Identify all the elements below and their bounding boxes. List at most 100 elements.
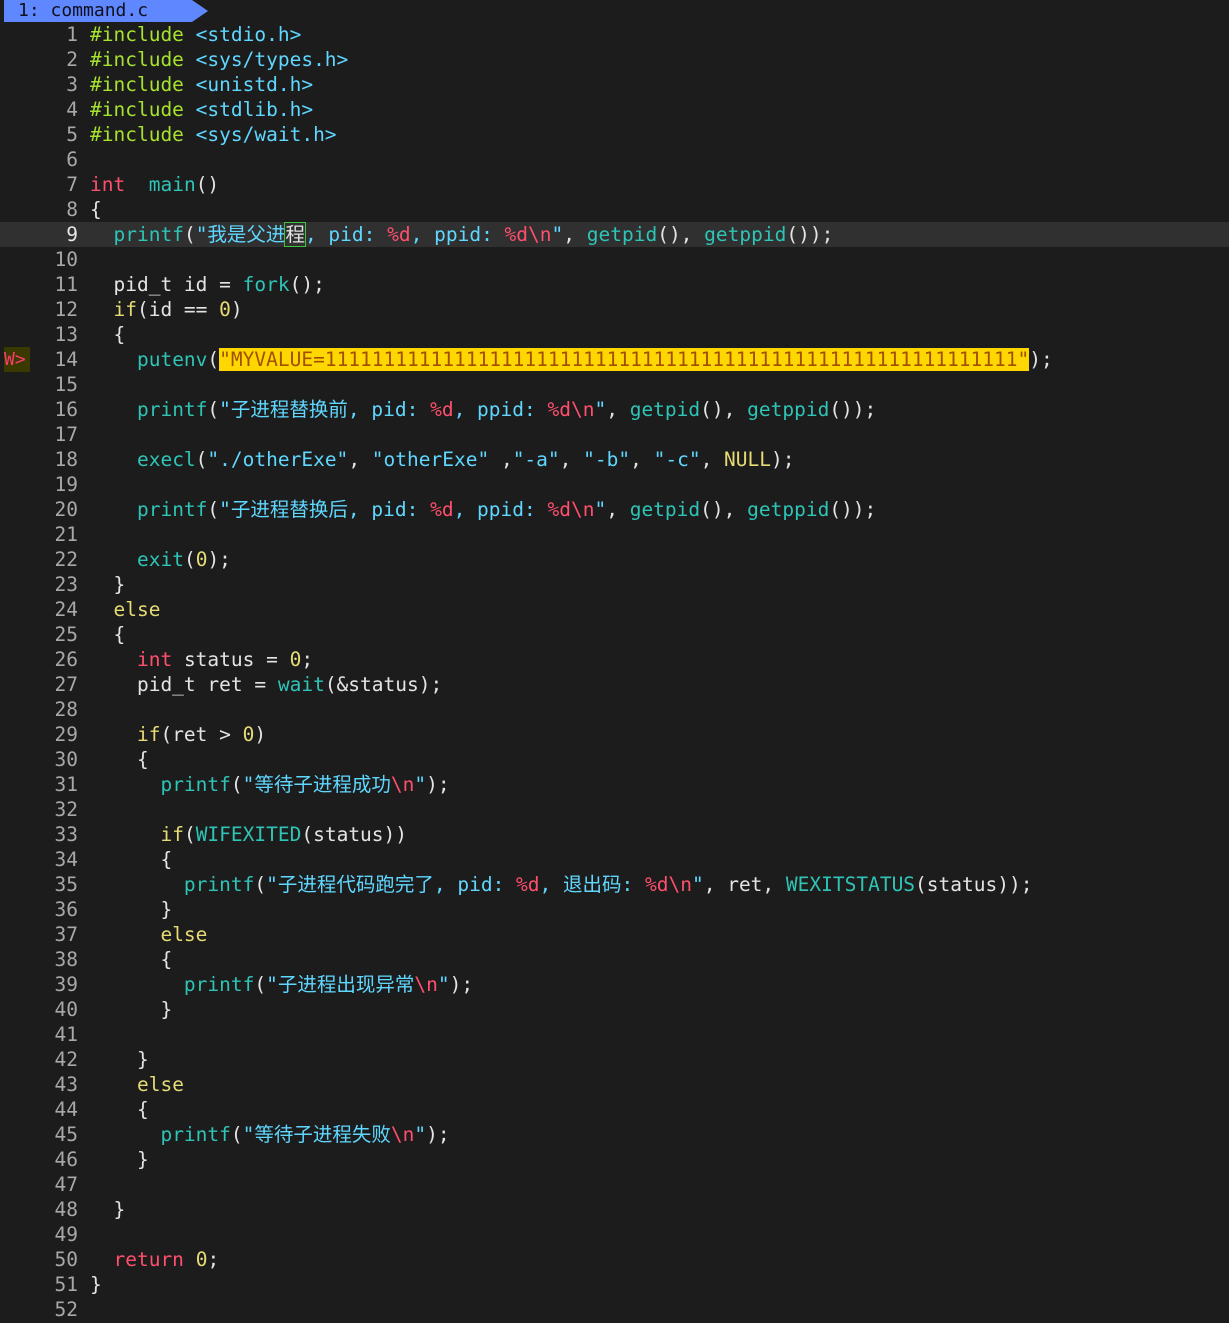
code-line[interactable]: 11 pid_t id = fork(); — [0, 272, 1229, 297]
code-line[interactable]: 47 — [0, 1172, 1229, 1197]
code-line[interactable]: 4 #include <stdlib.h> — [0, 97, 1229, 122]
code-token: NULL — [724, 448, 772, 471]
code-editor[interactable]: 1 #include <stdio.h> 2 #include <sys/types.… — [0, 22, 1229, 1322]
code-line[interactable]: 40 } — [0, 997, 1229, 1022]
code-line[interactable]: 39 printf("子进程出现异常\n"); — [0, 972, 1229, 997]
code-line[interactable]: 33 if(WIFEXITED(status)) — [0, 822, 1229, 847]
code-text[interactable]: #include <stdio.h> — [90, 22, 301, 47]
code-text[interactable]: } — [90, 1047, 149, 1072]
code-text[interactable]: int main() — [90, 172, 219, 197]
code-text[interactable]: if(WIFEXITED(status)) — [90, 822, 407, 847]
code-line[interactable]: 36 } — [0, 897, 1229, 922]
code-line[interactable]: 27 pid_t ret = wait(&status); — [0, 672, 1229, 697]
code-line[interactable]: 20 printf("子进程替换后, pid: %d, ppid: %d\n",… — [0, 497, 1229, 522]
code-text[interactable]: { — [90, 947, 172, 972]
code-text[interactable]: else — [90, 922, 207, 947]
code-text[interactable]: #include <unistd.h> — [90, 72, 313, 97]
code-text[interactable]: printf("子进程出现异常\n"); — [90, 972, 473, 997]
code-text[interactable]: { — [90, 622, 125, 647]
code-line[interactable]: 32 — [0, 797, 1229, 822]
code-line[interactable]: 52 — [0, 1297, 1229, 1322]
code-text[interactable]: putenv("MYVALUE=111111111111111111111111… — [90, 347, 1053, 372]
code-text[interactable]: exit(0); — [90, 547, 231, 572]
code-line[interactable]: 44 { — [0, 1097, 1229, 1122]
code-token: status = — [172, 648, 290, 671]
code-text[interactable]: } — [90, 997, 172, 1022]
code-token: printf — [183, 973, 255, 996]
code-text[interactable]: if(id == 0) — [90, 297, 242, 322]
code-line[interactable]: 19 — [0, 472, 1229, 497]
code-line[interactable]: 23 } — [0, 572, 1229, 597]
code-text[interactable]: { — [90, 747, 149, 772]
code-line[interactable]: 26 int status = 0; — [0, 647, 1229, 672]
code-text[interactable]: execl("./otherExe", "otherExe" ,"-a", "-… — [90, 447, 795, 472]
line-number: 34 — [54, 848, 78, 871]
code-line[interactable]: 38 { — [0, 947, 1229, 972]
code-text[interactable]: pid_t id = fork(); — [90, 272, 324, 297]
code-line[interactable]: 10 — [0, 247, 1229, 272]
code-text[interactable]: pid_t ret = wait(&status); — [90, 672, 442, 697]
code-text[interactable]: } — [90, 1147, 149, 1172]
code-line[interactable]: 25 { — [0, 622, 1229, 647]
code-line[interactable]: 35 printf("子进程代码跑完了, pid: %d, 退出码: %d\n"… — [0, 872, 1229, 897]
code-line[interactable]: 2 #include <sys/types.h> — [0, 47, 1229, 72]
code-text[interactable]: { — [90, 197, 102, 222]
code-line[interactable]: 12 if(id == 0) — [0, 297, 1229, 322]
code-text[interactable]: if(ret > 0) — [90, 722, 266, 747]
code-text[interactable]: #include <sys/types.h> — [90, 47, 348, 72]
code-text[interactable]: #include <stdlib.h> — [90, 97, 313, 122]
code-line[interactable]: 16 printf("子进程替换前, pid: %d, ppid: %d\n",… — [0, 397, 1229, 422]
code-text[interactable]: #include <sys/wait.h> — [90, 122, 337, 147]
code-text[interactable]: return 0; — [90, 1247, 219, 1272]
code-line[interactable]: 6 — [0, 147, 1229, 172]
code-text[interactable]: } — [90, 1272, 102, 1297]
code-text[interactable]: printf("等待子进程失败\n"); — [90, 1122, 449, 1147]
code-line[interactable]: 5 #include <sys/wait.h> — [0, 122, 1229, 147]
code-line[interactable]: 50 return 0; — [0, 1247, 1229, 1272]
code-line[interactable]: 8{ — [0, 197, 1229, 222]
code-line[interactable]: 37 else — [0, 922, 1229, 947]
code-text[interactable]: { — [90, 322, 125, 347]
code-line[interactable]: 7 int main() — [0, 172, 1229, 197]
code-line[interactable]: 21 — [0, 522, 1229, 547]
code-line[interactable]: 45 printf("等待子进程失败\n"); — [0, 1122, 1229, 1147]
code-text[interactable]: } — [90, 572, 125, 597]
code-text[interactable]: else — [90, 597, 160, 622]
code-text[interactable]: printf("子进程代码跑完了, pid: %d, 退出码: %d\n", r… — [90, 872, 1033, 897]
code-line[interactable]: 24 else — [0, 597, 1229, 622]
code-line[interactable]: 9 printf("我是父进程, pid: %d, ppid: %d\n", g… — [0, 222, 1229, 247]
code-token: , — [489, 448, 513, 471]
tab-command-c[interactable]: 1: command.c — [4, 0, 192, 22]
code-text[interactable]: printf("我是父进程, pid: %d, ppid: %d\n", get… — [90, 222, 833, 247]
code-text[interactable]: } — [90, 1197, 125, 1222]
code-line[interactable]: 3 #include <unistd.h> — [0, 72, 1229, 97]
code-line[interactable]: 43 else — [0, 1072, 1229, 1097]
code-text[interactable]: else — [90, 1072, 184, 1097]
code-line[interactable]: 28 — [0, 697, 1229, 722]
code-line[interactable]: 22 exit(0); — [0, 547, 1229, 572]
code-text[interactable]: printf("子进程替换前, pid: %d, ppid: %d\n", ge… — [90, 397, 876, 422]
code-line[interactable]: 46 } — [0, 1147, 1229, 1172]
code-line[interactable]: 15 — [0, 372, 1229, 397]
code-line[interactable]: 18 execl("./otherExe", "otherExe" ,"-a",… — [0, 447, 1229, 472]
code-line[interactable]: 13 { — [0, 322, 1229, 347]
code-line[interactable]: 49 — [0, 1222, 1229, 1247]
code-text[interactable]: } — [90, 897, 172, 922]
line-number: 7 — [66, 173, 78, 196]
code-text[interactable]: printf("等待子进程成功\n"); — [90, 772, 449, 797]
code-line[interactable]: 1 #include <stdio.h> — [0, 22, 1229, 47]
code-text[interactable]: printf("子进程替换后, pid: %d, ppid: %d\n", ge… — [90, 497, 876, 522]
code-line[interactable]: 42 } — [0, 1047, 1229, 1072]
code-line[interactable]: 48 } — [0, 1197, 1229, 1222]
code-text[interactable]: int status = 0; — [90, 647, 313, 672]
code-line[interactable]: 29 if(ret > 0) — [0, 722, 1229, 747]
code-text[interactable]: { — [90, 847, 172, 872]
code-line[interactable]: 41 — [0, 1022, 1229, 1047]
code-line[interactable]: 17 — [0, 422, 1229, 447]
code-line[interactable]: W> 14 putenv("MYVALUE=1111111111111111111… — [0, 347, 1229, 372]
code-line[interactable]: 31 printf("等待子进程成功\n"); — [0, 772, 1229, 797]
code-line[interactable]: 34 { — [0, 847, 1229, 872]
code-text[interactable]: { — [90, 1097, 149, 1122]
code-line[interactable]: 30 { — [0, 747, 1229, 772]
code-line[interactable]: 51} — [0, 1272, 1229, 1297]
